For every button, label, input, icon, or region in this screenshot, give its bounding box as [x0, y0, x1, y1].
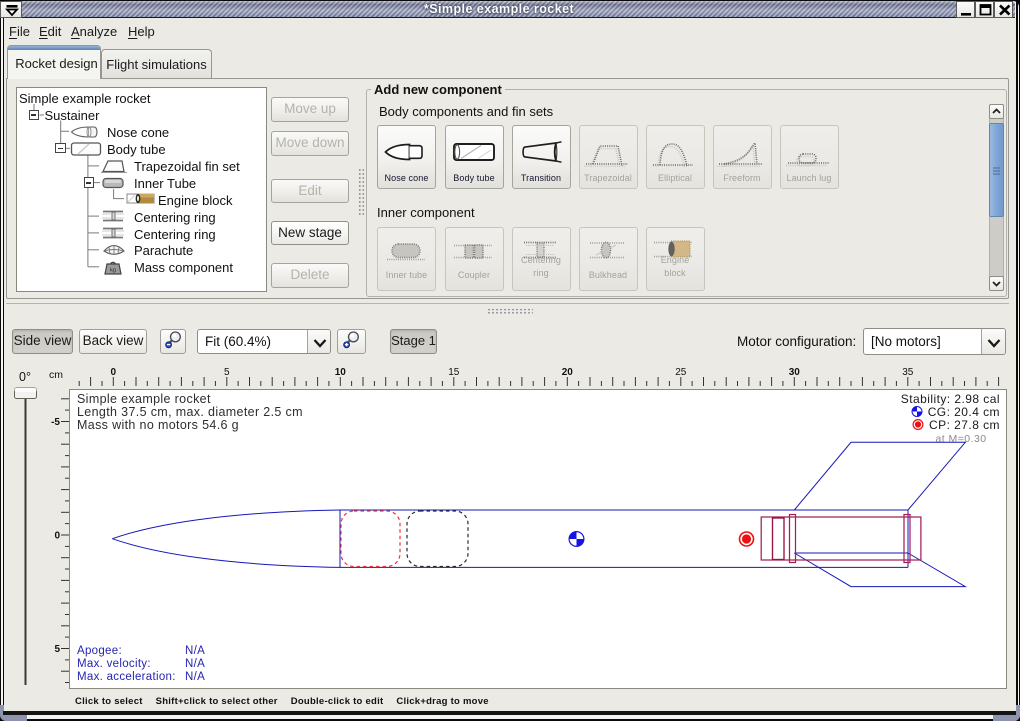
svg-text:0: 0	[111, 367, 117, 378]
svg-text:20: 20	[562, 367, 574, 378]
svg-text:-5: -5	[51, 417, 60, 428]
svg-text:5: 5	[224, 367, 230, 378]
svg-text:25: 25	[675, 367, 687, 378]
svg-text:15: 15	[448, 367, 460, 378]
svg-text:0: 0	[54, 531, 60, 542]
svg-text:35: 35	[902, 367, 914, 378]
svg-text:5: 5	[54, 644, 60, 655]
svg-text:10: 10	[335, 367, 347, 378]
svg-text:30: 30	[789, 367, 801, 378]
